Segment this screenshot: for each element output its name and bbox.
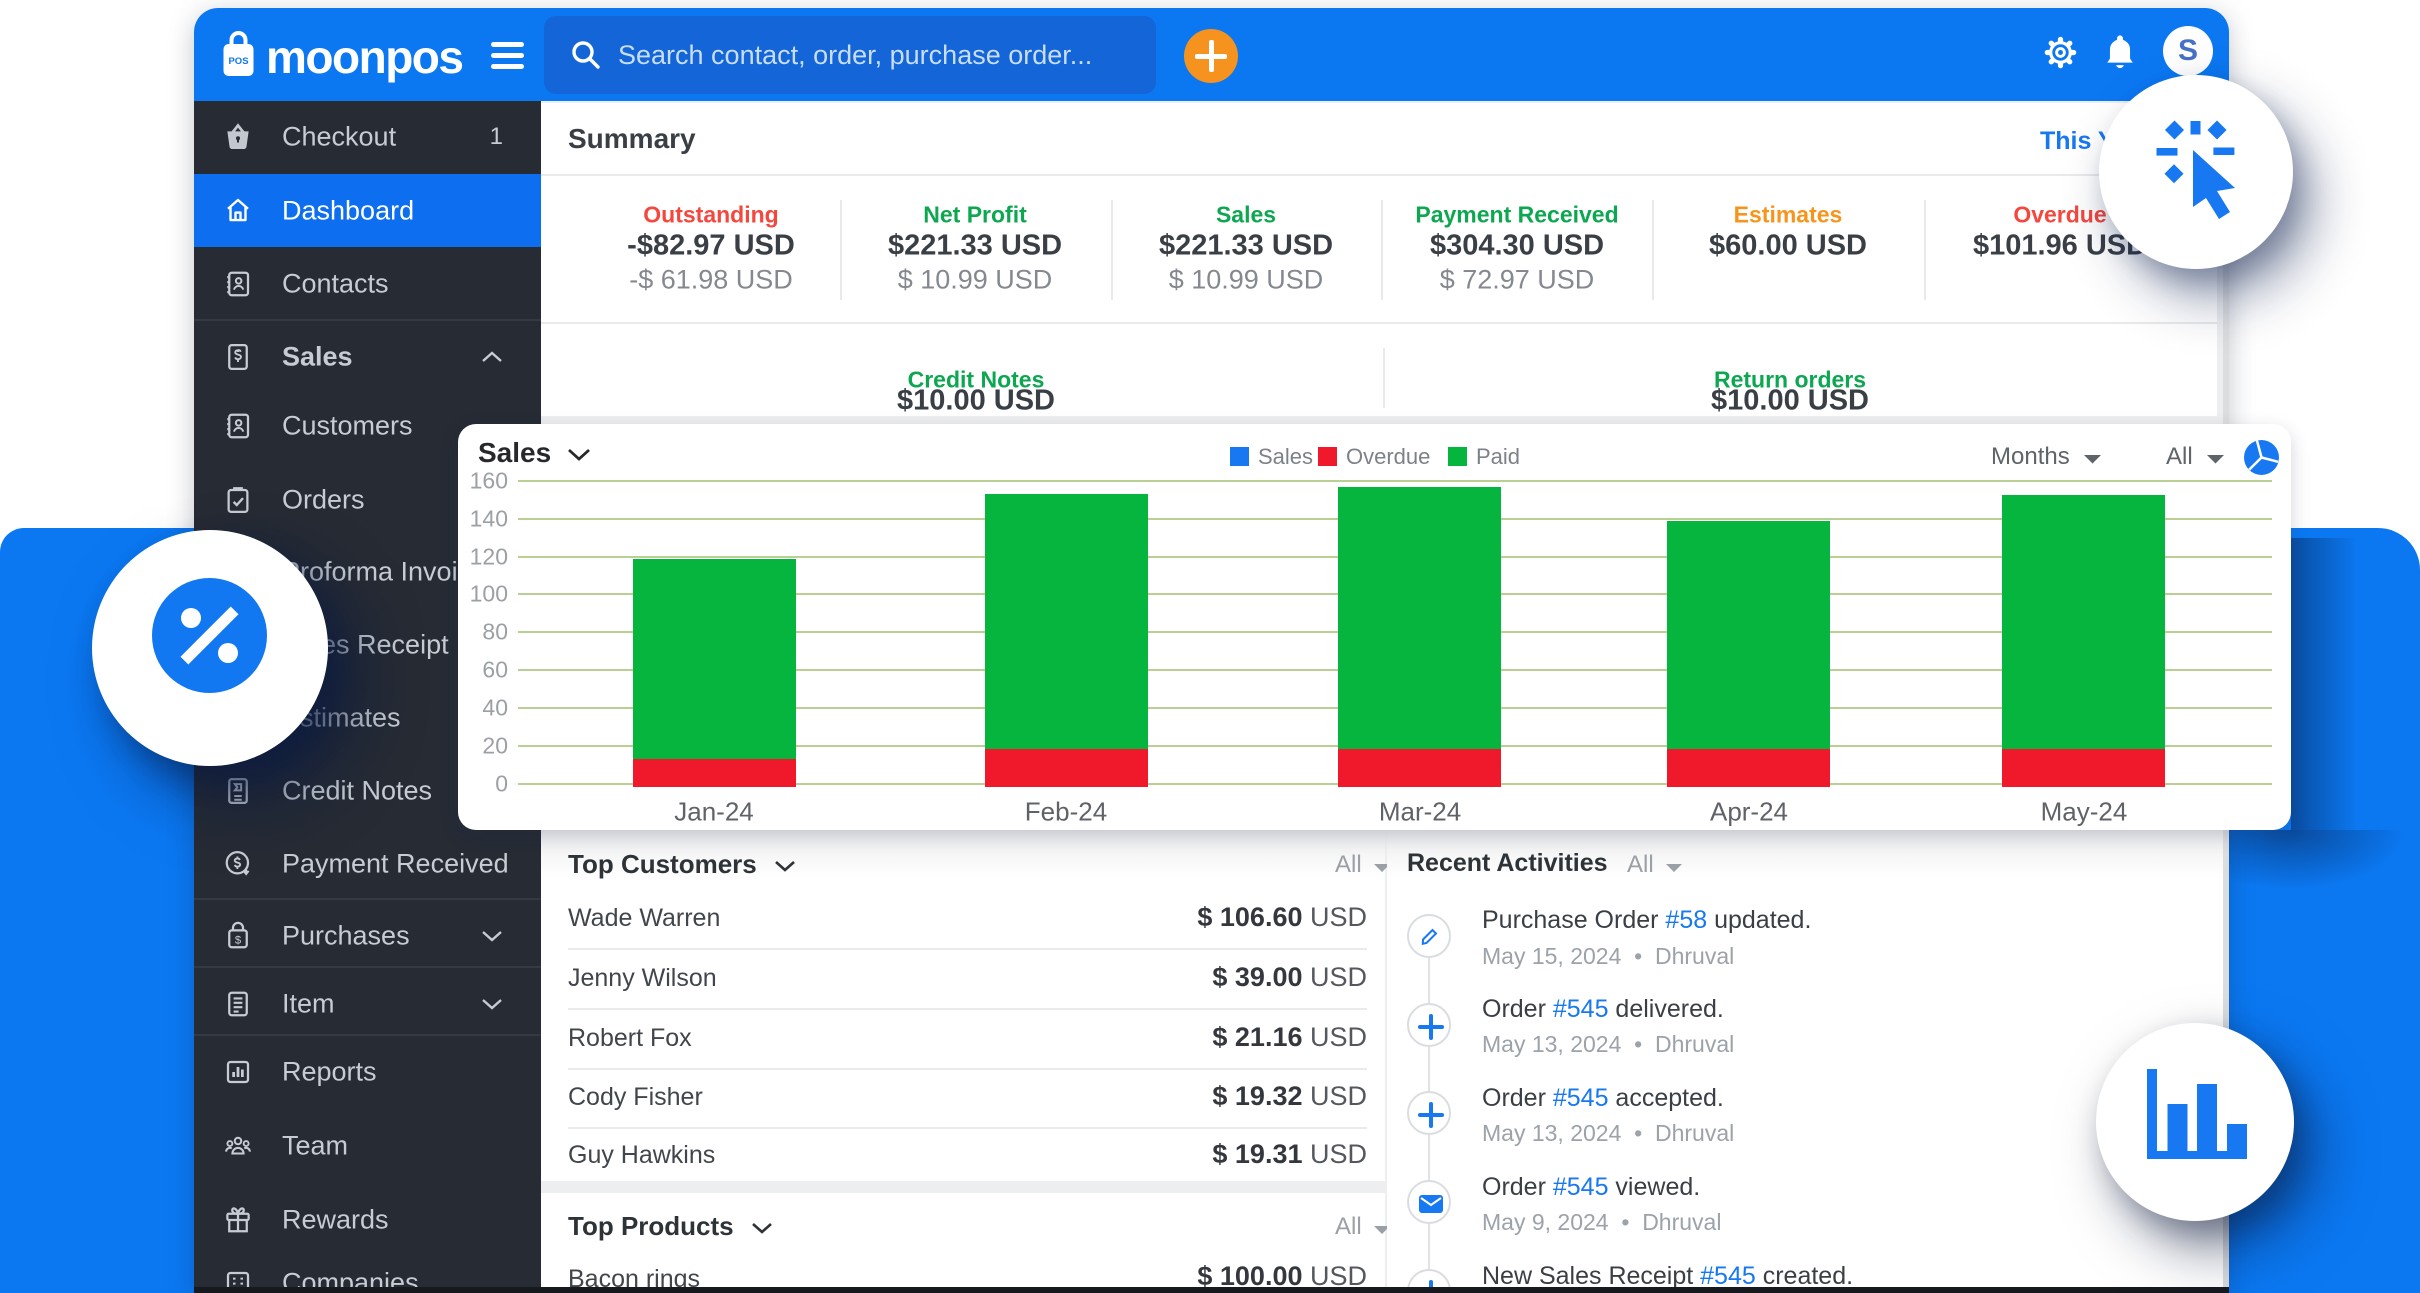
svg-text:$: $ (235, 935, 242, 947)
svg-text:POS: POS (228, 56, 248, 67)
